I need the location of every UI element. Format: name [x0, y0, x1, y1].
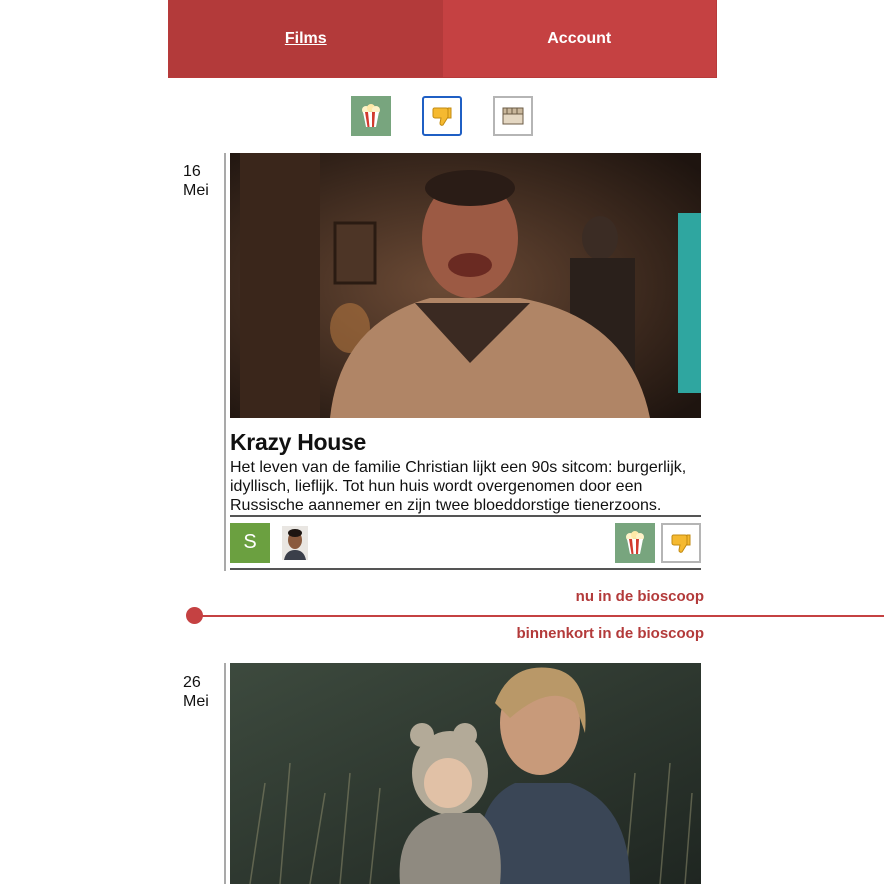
avatar-initial: S: [243, 531, 257, 553]
divider: [230, 568, 701, 570]
film-card: [230, 663, 701, 884]
date-month: Mei: [183, 693, 209, 710]
popcorn-icon: [626, 530, 644, 554]
filter-bar: [351, 96, 533, 136]
film-card: Krazy House Het leven van de familie Chr…: [230, 153, 701, 570]
tab-account[interactable]: Account: [442, 0, 716, 77]
film-poster[interactable]: [230, 153, 701, 418]
rating-actions: [615, 522, 701, 563]
thumbs-down-filter-button[interactable]: [422, 96, 462, 136]
film-poster[interactable]: [230, 663, 701, 884]
film-description: Het leven van de familie Christian lijkt…: [230, 459, 687, 514]
timeline-line: [224, 153, 226, 571]
thumbs-down-icon: [671, 534, 691, 553]
date-month: Mei: [183, 182, 209, 199]
now-marker-line: [194, 615, 884, 617]
film-reel-icon: [502, 107, 524, 125]
timeline-line: [224, 663, 226, 884]
popcorn-button[interactable]: [615, 522, 655, 563]
coming-soon-label: binnenkort in de bioscoop: [516, 625, 705, 642]
film-date: 16 Mei: [183, 162, 209, 200]
tab-films[interactable]: Films: [169, 0, 443, 77]
watchers: S: [230, 522, 308, 563]
popcorn-filter-button[interactable]: [351, 96, 391, 136]
avatar-photo[interactable]: [282, 525, 308, 560]
now-marker-dot: [186, 607, 203, 624]
date-day: 16: [183, 163, 201, 180]
thumbs-down-icon: [432, 107, 452, 126]
film-filter-button[interactable]: [493, 96, 533, 136]
now-in-cinema-label: nu in de bioscoop: [575, 588, 704, 605]
avatar[interactable]: S: [230, 522, 270, 563]
film-date: 26 Mei: [183, 673, 209, 711]
thumbs-down-button[interactable]: [661, 522, 701, 563]
film-actions: S: [230, 517, 701, 568]
date-day: 26: [183, 674, 201, 691]
top-navigation: Films Account: [168, 0, 717, 78]
film-title[interactable]: Krazy House: [230, 429, 701, 456]
popcorn-icon: [362, 104, 380, 127]
